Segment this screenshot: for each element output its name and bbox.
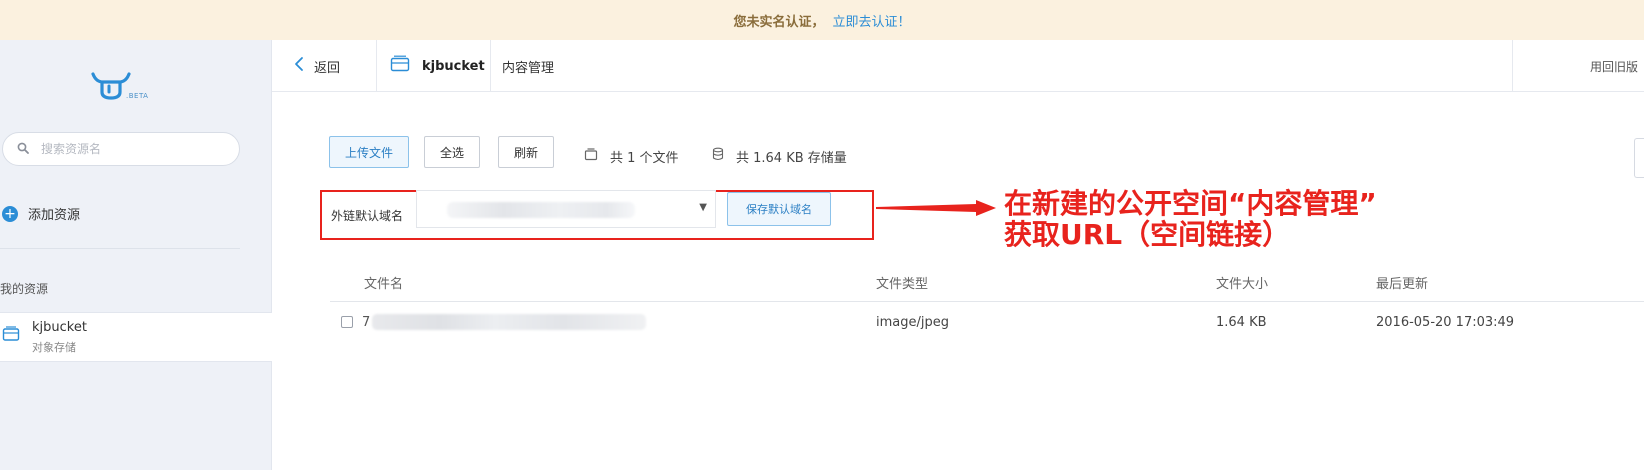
my-resources-heading: 我的资源 <box>0 282 49 296</box>
save-default-domain-button[interactable]: 保存默认域名 <box>727 192 831 226</box>
row-checkbox[interactable] <box>341 316 353 328</box>
plus-circle-icon: + <box>2 205 18 222</box>
search-input[interactable] <box>41 142 221 156</box>
default-domain-label: 外链默认域名 <box>331 208 404 223</box>
file-updated: 2016-05-20 17:03:49 <box>1376 314 1515 330</box>
bucket-icon <box>2 325 20 347</box>
bucket-icon <box>390 54 410 78</box>
column-header-filename[interactable]: 文件名 <box>364 270 403 294</box>
storage-used: 共 1.64 KB 存储量 <box>736 150 847 166</box>
redacted-file-name <box>372 314 646 330</box>
sidebar-divider <box>0 248 240 249</box>
sidebar-item-kjbucket[interactable]: kjbucket 对象存储 <box>0 312 272 362</box>
right-panel-edge <box>1634 138 1644 178</box>
header-divider <box>490 40 491 92</box>
verification-warning: 您未实名认证， <box>733 14 825 30</box>
annotation-arrow-icon <box>876 200 996 216</box>
header-divider <box>1512 40 1513 92</box>
sidebar-bucket-type: 对象存储 <box>32 341 76 354</box>
redacted-domain <box>447 202 635 218</box>
column-header-size[interactable]: 文件大小 <box>1216 270 1268 294</box>
add-resource-label: 添加资源 <box>28 208 81 223</box>
header-bucket-name: kjbucket <box>422 58 485 74</box>
back-label: 返回 <box>314 60 341 76</box>
sidebar-bucket-name: kjbucket <box>32 320 87 335</box>
header-bucket: kjbucket <box>390 40 485 92</box>
caret-down-icon: ▼ <box>699 202 707 213</box>
content-header: 返回 kjbucket 内容管理 用回旧版 <box>272 40 1644 92</box>
annotation-line-2: 获取URL（空间链接） <box>1004 218 1291 251</box>
files-icon <box>584 147 598 165</box>
default-domain-select[interactable]: ▼ <box>416 190 716 228</box>
file-type: image/jpeg <box>876 314 949 330</box>
search-icon <box>17 142 29 157</box>
refresh-button[interactable]: 刷新 <box>498 136 555 168</box>
file-size: 1.64 KB <box>1216 314 1267 330</box>
file-count-stat: 共 1 个文件 <box>584 140 679 172</box>
sidebar: .BETA + 添加资源 我的资源 kjbucket 对象存储 <box>0 40 272 470</box>
database-icon <box>712 147 724 165</box>
annotation-line-1: 在新建的公开空间“内容管理” <box>1004 187 1377 220</box>
select-all-button[interactable]: 全选 <box>424 136 481 168</box>
old-version-link[interactable]: 用回旧版 <box>1590 40 1638 92</box>
table-header-divider <box>330 301 1644 302</box>
resource-search[interactable] <box>2 132 240 166</box>
column-header-type[interactable]: 文件类型 <box>876 270 928 294</box>
logo: .BETA <box>90 70 160 110</box>
column-header-updated[interactable]: 最后更新 <box>1376 270 1428 294</box>
back-button[interactable]: 返回 <box>294 40 340 92</box>
verify-now-link[interactable]: 立即去认证！ <box>833 11 911 30</box>
page-title: 内容管理 <box>502 60 555 76</box>
verification-banner: 您未实名认证， 立即去认证！ <box>0 0 1644 40</box>
beta-badge: .BETA <box>126 92 149 100</box>
chevron-left-icon <box>294 56 304 77</box>
annotation-text: 在新建的公开空间“内容管理” 获取URL（空间链接） <box>1004 188 1377 250</box>
header-divider <box>376 40 377 92</box>
add-resource-button[interactable]: + 添加资源 <box>2 204 80 223</box>
file-count: 共 1 个文件 <box>610 150 679 166</box>
storage-stat: 共 1.64 KB 存储量 <box>712 140 847 172</box>
upload-file-button[interactable]: 上传文件 <box>329 136 410 168</box>
page: 您未实名认证， 立即去认证！ .BETA + 添加资源 我的资源 <box>0 0 1644 470</box>
file-name[interactable]: 7 <box>362 310 370 334</box>
